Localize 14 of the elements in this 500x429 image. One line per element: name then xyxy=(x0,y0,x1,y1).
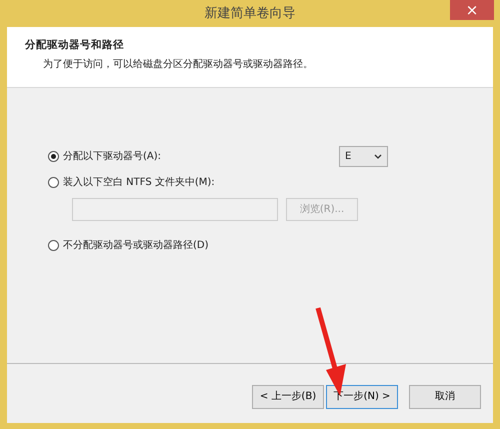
back-button[interactable]: < 上一步(B) xyxy=(252,384,324,408)
radio-button[interactable] xyxy=(48,150,59,162)
option-label[interactable]: 装入以下空白 NTFS 文件夹中(M): xyxy=(63,174,215,190)
chevron-down-icon xyxy=(374,154,382,158)
drive-letter-dropdown[interactable]: E xyxy=(339,146,388,166)
page-title: 分配驱动器号和路径 xyxy=(25,38,125,53)
page-subtitle: 为了便于访问，可以给磁盘分区分配驱动器号或驱动器路径。 xyxy=(42,58,314,72)
radio-button[interactable] xyxy=(48,176,59,188)
option-label[interactable]: 分配以下驱动器号(A): xyxy=(63,148,162,164)
option-label[interactable]: 不分配驱动器号或驱动器路径(D) xyxy=(63,238,209,252)
radio-button[interactable] xyxy=(48,240,59,250)
cancel-button[interactable]: 取消 xyxy=(409,384,481,408)
window-title: 新建简单卷向导 xyxy=(204,4,296,23)
close-button[interactable]: × xyxy=(450,0,494,20)
